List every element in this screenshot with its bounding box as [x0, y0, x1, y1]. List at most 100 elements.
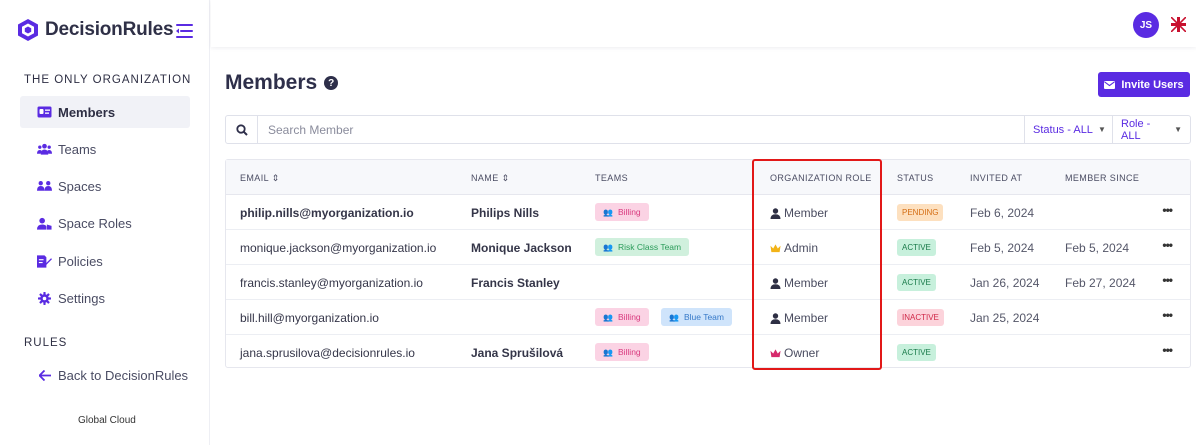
search-button[interactable]: [226, 116, 258, 143]
member-name: Monique Jackson: [471, 241, 572, 255]
member-email: philip.nills@myorganization.io: [240, 206, 414, 220]
invited-at: Feb 6, 2024: [970, 206, 1035, 220]
back-link-label: Back to DecisionRules: [58, 367, 189, 383]
users-icon: 👥: [603, 347, 613, 357]
sidebar-item-teams[interactable]: Teams: [20, 133, 190, 165]
member-name: Philips Nills: [471, 206, 540, 220]
team-tag[interactable]: 👥 Billing: [595, 308, 649, 326]
search-input[interactable]: [268, 122, 1008, 137]
organization-role-highlight: [752, 159, 882, 370]
invited-at: Jan 25, 2024: [970, 311, 1040, 325]
sidebar: DecisionRules THE ONLY ORGANIZATION Memb…: [0, 0, 210, 445]
role-filter-dropdown[interactable]: Role - ALL ▼: [1112, 116, 1190, 143]
team-tag[interactable]: 👥 Billing: [595, 203, 649, 221]
member-email: jana.sprusilova@decisionrules.io: [240, 346, 415, 360]
spaces-icon: [37, 179, 52, 193]
more-actions-icon[interactable]: •••: [1162, 308, 1173, 322]
id-card-icon: [37, 105, 52, 119]
table-row[interactable]: jana.sprusilova@decisionrules.io Jana Sp…: [226, 335, 1190, 370]
rules-section-title: RULES: [24, 337, 68, 349]
member-email: bill.hill@myorganization.io: [240, 311, 379, 325]
region-label: Global Cloud: [78, 415, 136, 426]
brand[interactable]: DecisionRules: [16, 18, 174, 42]
member-email: monique.jackson@myorganization.io: [240, 241, 437, 255]
invite-users-button[interactable]: Invite Users: [1098, 72, 1190, 97]
sidebar-item-label: Teams: [58, 141, 97, 157]
caret-down-icon: ▼: [1097, 125, 1106, 134]
status-filter-label: Status - ALL: [1033, 123, 1093, 136]
app: DecisionRules THE ONLY ORGANIZATION Memb…: [0, 0, 1196, 445]
header-member-since: MEMBER SINCE: [1065, 173, 1140, 183]
search-bar: Status - ALL ▼ Role - ALL ▼: [225, 115, 1191, 144]
member-since: Feb 27, 2024: [1065, 276, 1136, 290]
status-badge: INACTIVE: [897, 309, 944, 326]
header-email[interactable]: EMAIL ⇕: [240, 173, 280, 184]
help-icon[interactable]: ?: [324, 76, 339, 90]
sidebar-item-label: Settings: [58, 290, 105, 306]
back-to-decisionrules-link[interactable]: Back to DecisionRules: [20, 359, 190, 391]
invited-at: Jan 26, 2024: [970, 276, 1040, 290]
sidebar-item-label: Spaces: [58, 178, 102, 194]
brand-name: DecisionRules: [45, 19, 174, 40]
more-actions-icon[interactable]: •••: [1162, 273, 1173, 287]
users-icon: 👥: [603, 207, 613, 217]
menu-collapse-icon[interactable]: [176, 23, 193, 39]
gear-icon: [37, 291, 52, 305]
team-tag-label: Billing: [617, 347, 641, 357]
sidebar-item-spaces[interactable]: Spaces: [20, 170, 190, 202]
header-name[interactable]: NAME ⇕: [471, 173, 509, 184]
table-row[interactable]: philip.nills@myorganization.io Philips N…: [226, 195, 1190, 230]
more-actions-icon[interactable]: •••: [1162, 203, 1173, 217]
users-icon: 👥: [603, 312, 613, 322]
header-teams: TEAMS: [595, 173, 629, 183]
table-row[interactable]: bill.hill@myorganization.io 👥 Billing 👥 Bl…: [226, 300, 1190, 335]
sidebar-item-settings[interactable]: Settings: [20, 282, 190, 314]
team-tag[interactable]: 👥 Blue Team: [661, 308, 732, 326]
more-actions-icon[interactable]: •••: [1162, 238, 1173, 252]
page-title-text: Members: [225, 71, 318, 94]
status-badge: ACTIVE: [897, 239, 936, 256]
team-tag[interactable]: 👥 Risk Class Team: [595, 238, 690, 256]
sidebar-item-label: Policies: [58, 253, 103, 269]
team-tag-label: Risk Class Team: [617, 242, 682, 252]
team-tag[interactable]: 👥 Billing: [595, 343, 649, 361]
caret-down-icon: ▼: [1174, 125, 1182, 134]
role-filter-label: Role - ALL: [1121, 117, 1151, 142]
org-section-title: THE ONLY ORGANIZATION: [24, 74, 192, 86]
member-name: Jana Sprušilová: [471, 346, 564, 360]
member-since: Feb 5, 2024: [1065, 241, 1130, 255]
logo-icon: [18, 19, 38, 41]
status-badge: ACTIVE: [897, 274, 936, 291]
member-email: francis.stanley@myorganization.io: [240, 276, 423, 290]
more-actions-icon[interactable]: •••: [1162, 343, 1173, 357]
invite-users-label: Invite Users: [1121, 78, 1184, 91]
sidebar-item-label: Space Roles: [58, 215, 132, 231]
page-title: Members ?: [225, 71, 339, 95]
header-invited-at: INVITED AT: [970, 173, 1023, 183]
user-tag-icon: [37, 216, 52, 230]
table-row[interactable]: monique.jackson@myorganization.io Moniqu…: [226, 230, 1190, 265]
topbar: JS: [211, 0, 1196, 47]
users-icon: [37, 142, 52, 156]
status-filter-dropdown[interactable]: Status - ALL ▼: [1024, 116, 1114, 143]
table-row[interactable]: francis.stanley@myorganization.io Franci…: [226, 265, 1190, 300]
users-icon: 👥: [669, 312, 679, 322]
member-name: Francis Stanley: [471, 276, 560, 290]
sidebar-item-space-roles[interactable]: Space Roles: [20, 207, 190, 239]
invited-at: Feb 5, 2024: [970, 241, 1035, 255]
uk-flag-icon[interactable]: [1171, 17, 1186, 32]
pen-doc-icon: [37, 254, 52, 268]
sidebar-item-policies[interactable]: Policies: [20, 245, 190, 277]
sidebar-item-label: Members: [58, 104, 116, 120]
team-tag-label: Billing: [617, 312, 641, 322]
status-badge: ACTIVE: [897, 344, 936, 361]
table-header: EMAIL ⇕ NAME ⇕ TEAMS ORGANIZATION ROLE S…: [226, 160, 1190, 195]
status-badge: PENDING: [897, 204, 944, 221]
team-tag-label: Blue Team: [683, 312, 724, 322]
arrow-left-icon: [37, 368, 52, 382]
sidebar-item-members[interactable]: Members: [20, 96, 190, 128]
members-table: EMAIL ⇕ NAME ⇕ TEAMS ORGANIZATION ROLE S…: [225, 159, 1191, 368]
avatar[interactable]: JS: [1133, 12, 1159, 38]
users-icon: 👥: [603, 242, 613, 252]
header-status: STATUS: [897, 173, 934, 183]
